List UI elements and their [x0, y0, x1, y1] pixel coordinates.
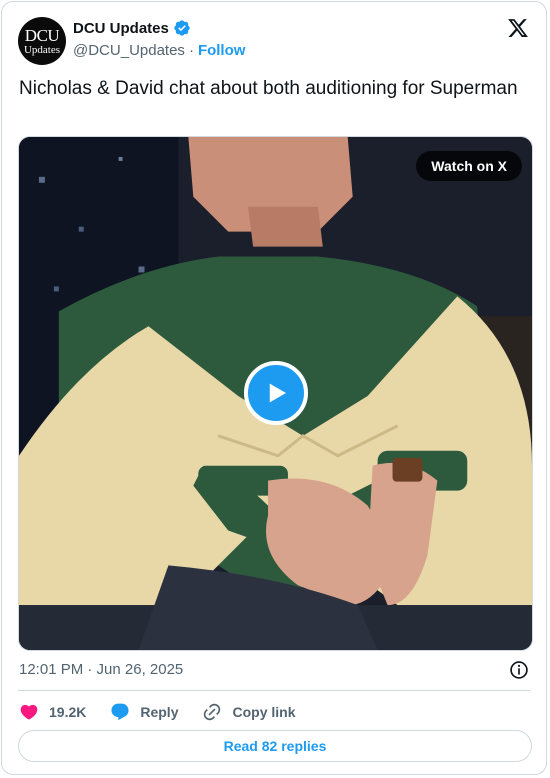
author-handle-row: @DCU_Updates · Follow	[73, 42, 245, 59]
x-logo-icon[interactable]	[507, 17, 529, 39]
watch-on-x-button[interactable]: Watch on X	[416, 151, 522, 181]
author-handle[interactable]: @DCU_Updates	[73, 42, 185, 59]
follow-button[interactable]: Follow	[198, 42, 246, 59]
avatar-text-line2: Updates	[23, 43, 61, 56]
video-player[interactable]: Watch on X	[18, 136, 533, 651]
separator-dot: ·	[188, 42, 194, 59]
info-icon[interactable]	[509, 660, 529, 680]
tweet-embed-card: DCU Updates DCU Updates @DCU_Updates · F…	[1, 1, 547, 775]
reply-button[interactable]: Reply	[110, 702, 178, 722]
like-count: 19.2K	[49, 704, 87, 720]
copy-link-label: Copy link	[232, 704, 296, 720]
play-icon	[269, 383, 286, 403]
avatar[interactable]: DCU Updates	[18, 17, 66, 65]
tweet-timestamp[interactable]: 12:01 PM · Jun 26, 2025	[19, 661, 183, 678]
divider	[18, 690, 530, 691]
avatar-text-line1: DCU	[24, 25, 60, 45]
tweet-text: Nicholas & David chat about both auditio…	[19, 78, 518, 99]
author-display-name[interactable]: DCU Updates	[73, 20, 169, 37]
author-name-row: DCU Updates	[73, 19, 191, 37]
reply-label: Reply	[140, 704, 179, 720]
like-button[interactable]: 19.2K	[19, 702, 86, 722]
reply-bubble-icon	[111, 703, 129, 721]
link-icon	[204, 703, 221, 721]
verified-badge-icon	[174, 20, 190, 36]
heart-icon	[20, 704, 38, 720]
play-button[interactable]	[244, 361, 308, 425]
read-replies-button[interactable]: Read 82 replies	[18, 730, 532, 762]
copy-link-button[interactable]: Copy link	[202, 702, 296, 722]
action-bar: 19.2K Reply Copy link	[19, 702, 320, 722]
